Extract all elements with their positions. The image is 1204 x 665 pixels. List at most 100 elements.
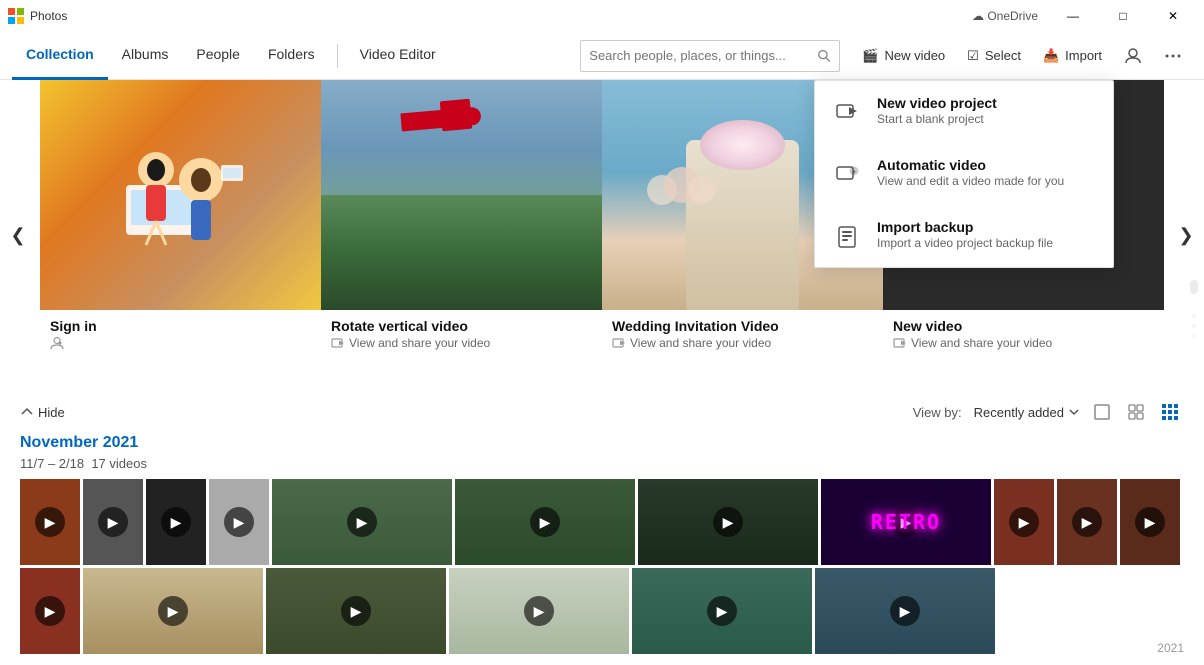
minimize-button[interactable]: — <box>1050 0 1096 32</box>
rotate-title: Rotate vertical video <box>331 318 592 334</box>
hide-button[interactable]: Hide <box>20 405 65 420</box>
title-bar-left: Photos <box>8 8 67 24</box>
year-label: 2021 <box>1157 641 1184 655</box>
play-btn-9[interactable]: ▶ <box>1009 507 1039 537</box>
profile-button[interactable] <box>1114 40 1152 72</box>
play-btn-r2-3[interactable]: ▶ <box>341 596 371 626</box>
play-btn-7[interactable]: ▶ <box>713 507 743 537</box>
onedrive-label: ☁ OneDrive <box>972 9 1038 23</box>
profile-icon <box>1124 47 1142 65</box>
bottom-section: Hide View by: Recently added <box>0 390 1204 654</box>
view-medium-icon <box>1127 403 1145 421</box>
select-icon: ☑ <box>967 48 979 64</box>
import-button[interactable]: 📥 Import <box>1033 40 1112 72</box>
dropdown-automatic-video[interactable]: ✦ Automatic video View and edit a video … <box>815 143 1113 205</box>
thumb-2[interactable]: ▶ <box>83 479 143 565</box>
thumb-6[interactable]: ▶ <box>455 479 635 565</box>
dropdown-menu: New video project Start a blank project … <box>814 80 1114 268</box>
thumb-11[interactable]: ▶ <box>1120 479 1180 565</box>
app-title: Photos <box>30 9 67 23</box>
more-icon <box>1164 47 1182 65</box>
signin-person-icon <box>50 336 64 350</box>
signin-title: Sign in <box>50 318 311 334</box>
maximize-button[interactable]: □ <box>1100 0 1146 32</box>
view-small-icon <box>1161 403 1179 421</box>
play-btn-r2-1[interactable]: ▶ <box>35 596 65 626</box>
nav-people[interactable]: People <box>182 32 254 80</box>
nav-collection[interactable]: Collection <box>12 32 108 80</box>
view-small-icon-button[interactable] <box>1156 398 1184 426</box>
thumb-9[interactable]: ▶ <box>994 479 1054 565</box>
thumb-r2-6[interactable]: ▶ <box>815 568 995 654</box>
wedding-sub: View and share your video <box>612 336 873 350</box>
photos-icon <box>8 8 24 24</box>
select-button[interactable]: ☑ Select <box>957 40 1031 72</box>
nav-albums[interactable]: Albums <box>108 32 183 80</box>
dropdown-new-video-project[interactable]: New video project Start a blank project <box>815 81 1113 143</box>
view-by-select[interactable]: Recently added <box>974 405 1080 420</box>
nav-bar: Collection Albums People Folders Video E… <box>0 32 1204 80</box>
thumb-5[interactable]: ▶ <box>272 479 452 565</box>
thumb-1[interactable]: ▶ <box>20 479 80 565</box>
view-large-icon-button[interactable] <box>1088 398 1116 426</box>
search-input[interactable] <box>589 48 810 63</box>
thumb-10[interactable]: ▶ <box>1057 479 1117 565</box>
view-by-label: View by: <box>913 405 962 420</box>
title-bar-right: ☁ OneDrive — □ ✕ <box>972 0 1196 32</box>
date-range: 11/7 – 2/18 17 videos <box>20 456 1184 471</box>
new-video-project-text: New video project Start a blank project <box>877 95 997 126</box>
play-btn-4[interactable]: ▶ <box>224 507 254 537</box>
thumb-7[interactable]: ▶ <box>638 479 818 565</box>
dropdown-import-backup[interactable]: Import backup Import a video project bac… <box>815 205 1113 267</box>
nav-actions: 🎬 New video ☑ Select 📥 Import <box>852 40 1192 72</box>
search-bar[interactable] <box>580 40 840 72</box>
play-btn-6[interactable]: ▶ <box>530 507 560 537</box>
chevron-down-icon <box>1068 406 1080 418</box>
view-icons <box>1088 398 1184 426</box>
thumb-3[interactable]: ▶ <box>146 479 206 565</box>
play-btn-r2-6[interactable]: ▶ <box>890 596 920 626</box>
carousel-next[interactable]: ❯ <box>1168 80 1204 390</box>
svg-text:✦: ✦ <box>852 169 857 176</box>
thumb-r2-4[interactable]: ▶ <box>449 568 629 654</box>
play-btn-r2-2[interactable]: ▶ <box>158 596 188 626</box>
search-icon <box>817 48 832 64</box>
play-btn-5[interactable]: ▶ <box>347 507 377 537</box>
nav-folders[interactable]: Folders <box>254 32 329 80</box>
month-label: November 2021 <box>20 434 1184 452</box>
video-share-icon-3 <box>893 336 907 350</box>
carousel-item-rotate[interactable]: Rotate vertical video View and share you… <box>321 80 602 390</box>
view-bar: Hide View by: Recently added <box>20 398 1184 426</box>
thumb-r2-1[interactable]: ▶ <box>20 568 80 654</box>
flowers-icon <box>642 160 722 220</box>
play-btn-1[interactable]: ▶ <box>35 507 65 537</box>
new-video-button[interactable]: 🎬 New video <box>852 40 955 72</box>
carousel-prev[interactable]: ❮ <box>0 80 36 390</box>
thumb-retro[interactable]: RETRO ▶ <box>821 479 991 565</box>
play-btn-2[interactable]: ▶ <box>98 507 128 537</box>
close-button[interactable]: ✕ <box>1150 0 1196 32</box>
play-btn-3[interactable]: ▶ <box>161 507 191 537</box>
import-backup-text: Import backup Import a video project bac… <box>877 219 1053 250</box>
automatic-video-icon: ✦ <box>831 159 863 191</box>
title-bar: Photos ☁ OneDrive — □ ✕ <box>0 0 1204 32</box>
thumb-r2-5[interactable]: ▶ <box>632 568 812 654</box>
view-medium-icon-button[interactable] <box>1122 398 1150 426</box>
play-btn-11[interactable]: ▶ <box>1135 507 1165 537</box>
video-share-icon-2 <box>612 336 626 350</box>
thumb-r2-2[interactable]: ▶ <box>83 568 263 654</box>
new-video-icon: 🎬 <box>862 48 878 64</box>
view-large-icon <box>1093 403 1111 421</box>
carousel-item-signin[interactable]: Sign in <box>40 80 321 390</box>
play-btn-10[interactable]: ▶ <box>1072 507 1102 537</box>
play-btn-r2-5[interactable]: ▶ <box>707 596 737 626</box>
thumb-r2-3[interactable]: ▶ <box>266 568 446 654</box>
wedding-title: Wedding Invitation Video <box>612 318 873 334</box>
more-button[interactable] <box>1154 40 1192 72</box>
thumb-4[interactable]: ▶ <box>209 479 269 565</box>
nav-video-editor[interactable]: Video Editor <box>346 32 450 80</box>
new-video-project-icon <box>831 97 863 129</box>
hide-arrow-icon <box>20 405 34 419</box>
signin-illustration <box>116 125 246 265</box>
play-btn-r2-4[interactable]: ▶ <box>524 596 554 626</box>
